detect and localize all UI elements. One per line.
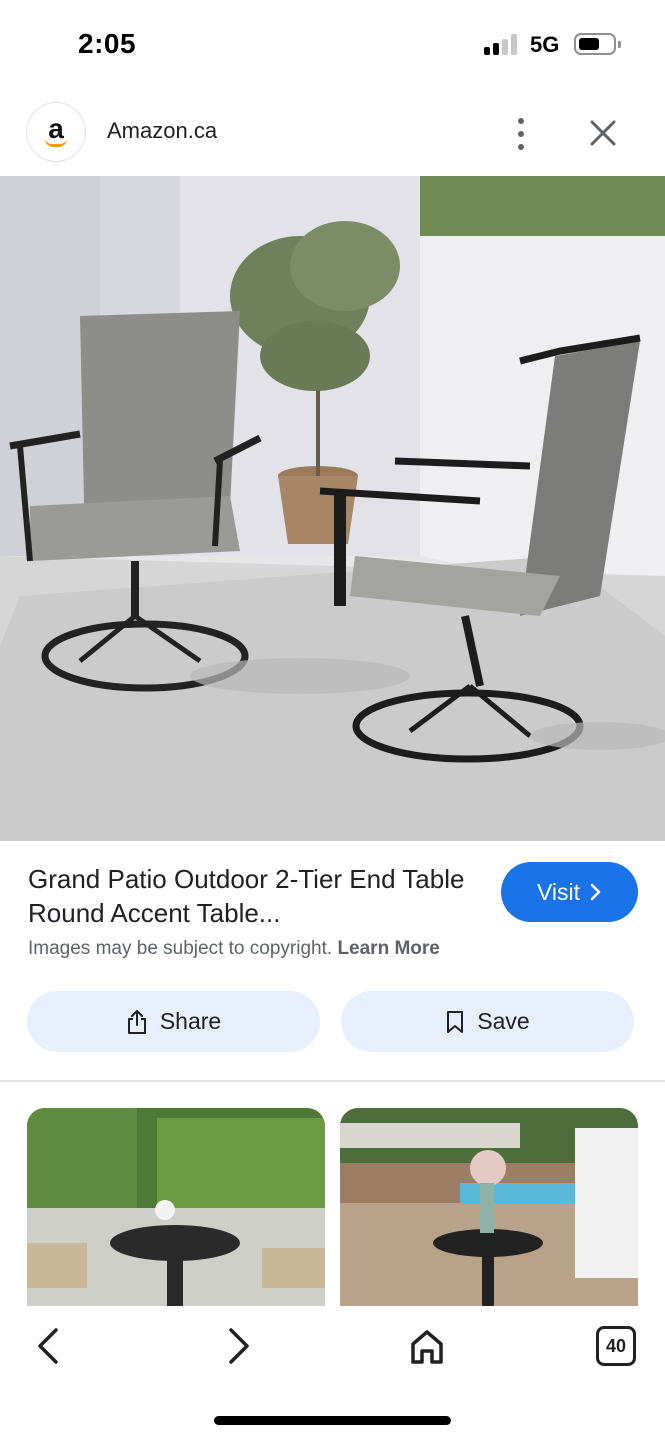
home-indicator[interactable] xyxy=(214,1416,451,1425)
copyright-notice: Images may be subject to copyright. Lear… xyxy=(28,938,440,960)
save-button[interactable]: Save xyxy=(341,991,634,1052)
share-button[interactable]: Share xyxy=(27,991,320,1052)
save-label: Save xyxy=(477,1008,530,1034)
source-header: a Amazon.ca xyxy=(0,90,665,176)
more-vert-icon[interactable] xyxy=(506,114,536,154)
status-time: 2:05 xyxy=(78,28,137,59)
learn-more-link[interactable]: Learn More xyxy=(337,938,439,959)
site-name[interactable]: Amazon.ca xyxy=(107,118,217,144)
related-image[interactable] xyxy=(340,1108,638,1308)
chevron-right-icon xyxy=(590,883,601,901)
chevron-right-icon[interactable] xyxy=(215,1324,259,1368)
network-type: 5G xyxy=(530,32,560,57)
share-label: Share xyxy=(159,1008,222,1034)
product-title[interactable]: Grand Patio Outdoor 2-Tier End Table Rou… xyxy=(28,862,468,930)
cellular-signal-icon xyxy=(484,33,520,55)
copyright-text: Images may be subject to copyright. xyxy=(28,938,333,959)
divider xyxy=(0,1080,665,1082)
share-icon xyxy=(127,1009,146,1034)
tab-count: 40 xyxy=(605,1336,627,1356)
tabs-button[interactable]: 40 xyxy=(596,1326,636,1366)
status-bar: 2:05 5G xyxy=(0,0,665,90)
close-icon[interactable] xyxy=(586,116,620,150)
battery-icon xyxy=(574,33,621,55)
chevron-left-icon[interactable] xyxy=(28,1324,72,1368)
visit-label: Visit xyxy=(536,878,581,905)
visit-button[interactable]: Visit xyxy=(501,862,638,922)
home-icon[interactable] xyxy=(405,1324,449,1368)
amazon-logo-icon: a xyxy=(27,103,85,161)
related-image[interactable] xyxy=(27,1108,325,1308)
bookmark-icon xyxy=(447,1010,464,1033)
product-image[interactable] xyxy=(0,176,665,841)
